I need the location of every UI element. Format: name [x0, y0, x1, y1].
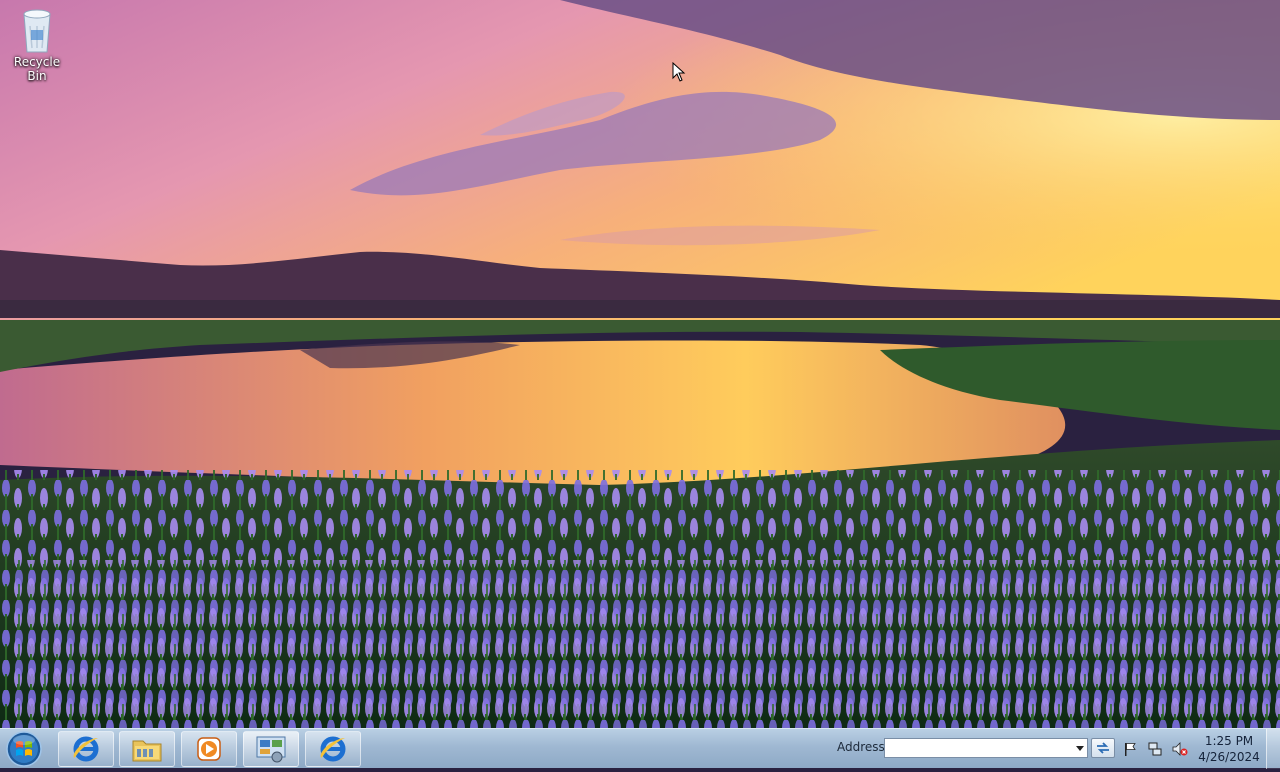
system-clock[interactable]: 1:25 PM 4/26/2024 — [1196, 733, 1262, 765]
chevron-down-icon — [1075, 745, 1084, 751]
action-center-flag-icon[interactable] — [1122, 741, 1138, 757]
file-explorer-icon — [132, 740, 162, 762]
recycle-bin-label: Recycle Bin — [13, 55, 61, 83]
taskbar: Address 1:25 PM 4/26/2024 — [0, 728, 1280, 769]
go-arrows-icon — [1097, 742, 1109, 754]
address-dropdown-button[interactable] — [1072, 739, 1087, 757]
windows-start-orb-icon — [6, 731, 42, 767]
taskbar-control-panel-button[interactable] — [243, 731, 299, 767]
start-button[interactable] — [4, 730, 48, 768]
taskbar-media-player-button[interactable] — [181, 731, 237, 767]
clock-time: 1:25 PM — [1204, 734, 1254, 748]
desktop-wallpaper — [0, 0, 1280, 728]
address-toolbar-label: Address — [837, 740, 885, 754]
volume-muted-icon[interactable] — [1172, 741, 1188, 757]
address-go-button[interactable] — [1091, 738, 1115, 758]
show-desktop-button[interactable] — [1266, 729, 1280, 769]
network-icon[interactable] — [1147, 741, 1163, 757]
control-panel-icon — [256, 736, 286, 763]
taskbar-internet-explorer-button[interactable] — [58, 731, 114, 767]
taskbar-internet-explorer-button-2[interactable] — [305, 731, 361, 767]
address-input[interactable] — [884, 738, 1088, 758]
internet-explorer-icon — [73, 736, 99, 762]
taskbar-file-explorer-button[interactable] — [119, 731, 175, 767]
mouse-cursor-icon — [672, 62, 686, 82]
internet-explorer-icon — [320, 736, 346, 762]
media-player-icon — [197, 737, 221, 761]
clock-date: 4/26/2024 — [1198, 750, 1260, 764]
recycle-bin-desktop-icon[interactable]: Recycle Bin — [4, 6, 70, 83]
recycle-bin-icon — [23, 9, 51, 53]
